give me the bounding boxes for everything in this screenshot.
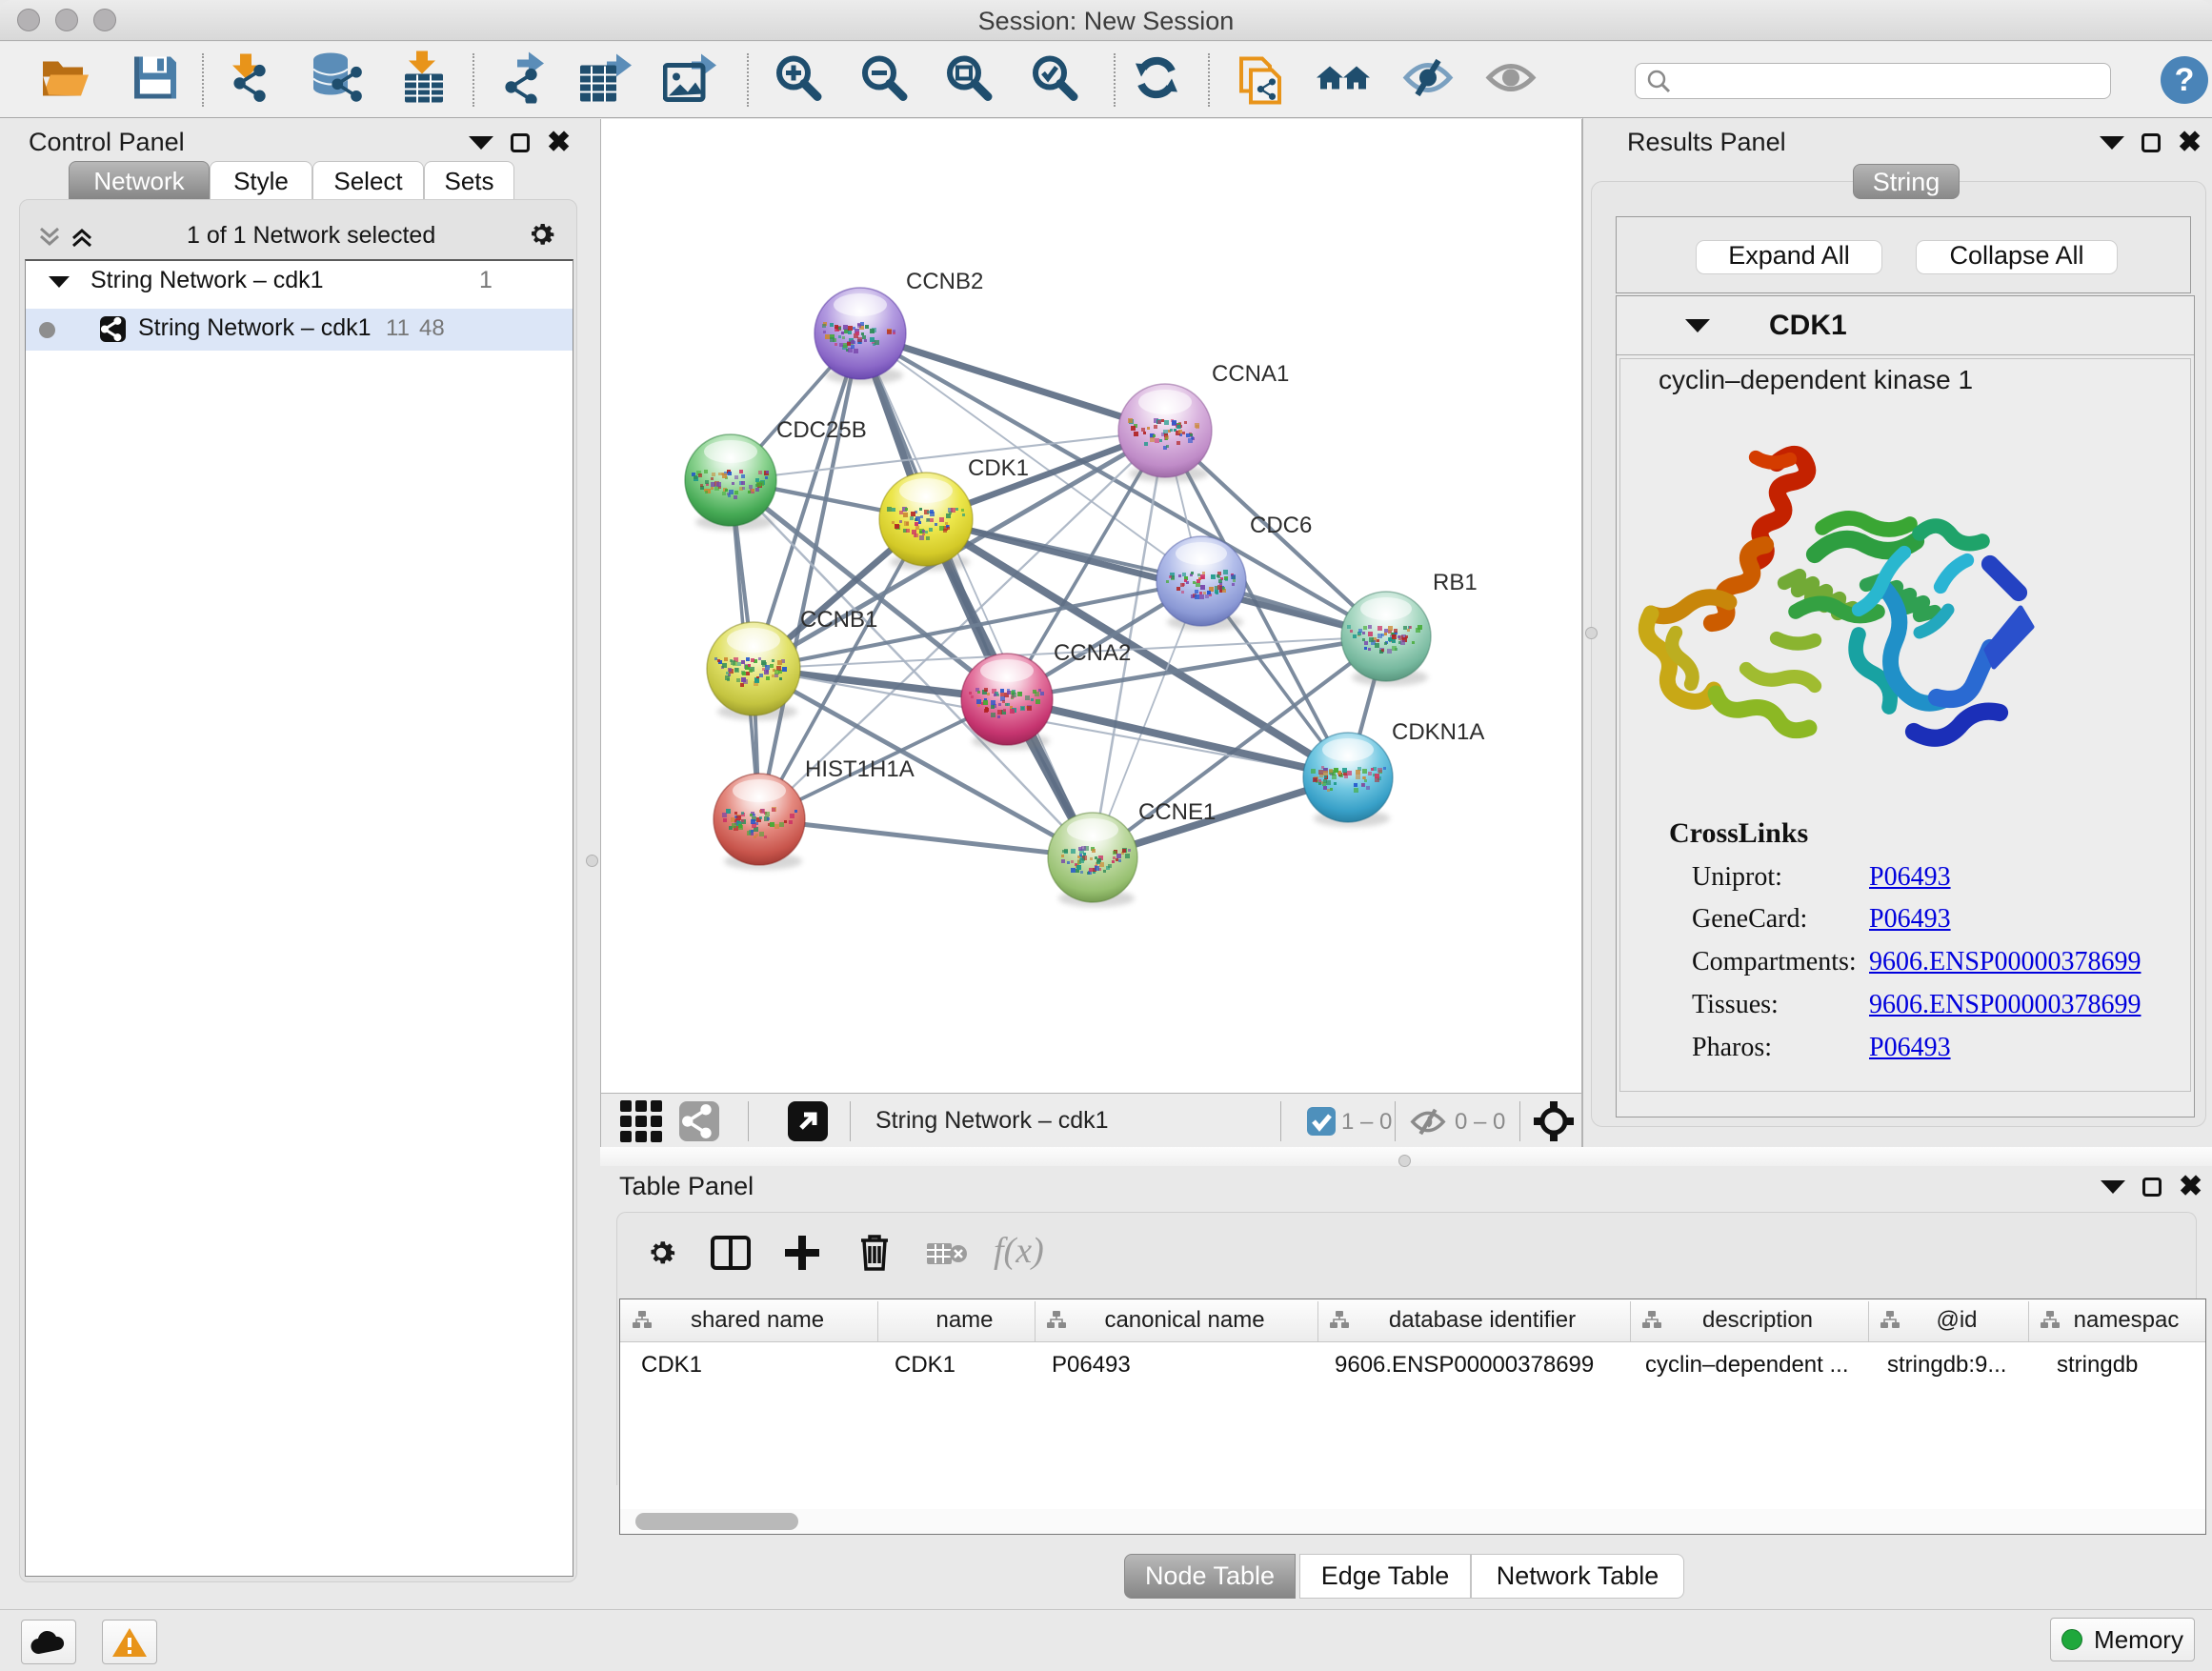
svg-text:CCNA1: CCNA1 (1212, 361, 1289, 387)
svg-text:CCNB2: CCNB2 (906, 269, 983, 294)
svg-text:CCNB1: CCNB1 (800, 607, 877, 633)
svg-text:CDK1: CDK1 (968, 455, 1029, 481)
svg-text:RB1: RB1 (1433, 570, 1478, 595)
svg-text:CDKN1A: CDKN1A (1392, 719, 1484, 745)
svg-text:HIST1H1A: HIST1H1A (805, 756, 915, 782)
svg-text:CDC6: CDC6 (1250, 513, 1312, 538)
svg-text:CCNA2: CCNA2 (1054, 640, 1131, 666)
svg-text:CCNE1: CCNE1 (1138, 799, 1216, 825)
svg-text:CDC25B: CDC25B (776, 417, 867, 443)
